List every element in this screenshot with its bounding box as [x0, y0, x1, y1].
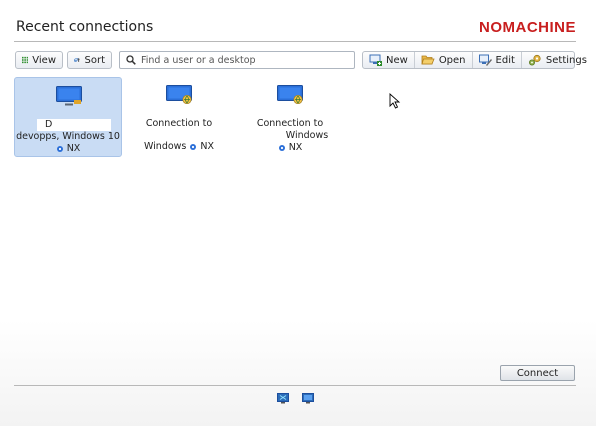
view-label: View — [32, 54, 56, 66]
new-button[interactable]: New — [363, 52, 415, 68]
tile-subtitle: Windows — [285, 130, 329, 141]
nx-status-icon[interactable] — [277, 393, 289, 404]
connection-tile[interactable]: D devopps, Windows 10 NX — [14, 77, 122, 157]
monitor-icon — [56, 86, 82, 106]
new-connection-icon — [369, 54, 382, 66]
protocol-label: NX — [288, 142, 303, 153]
sort-label: Sort — [84, 54, 106, 66]
folder-open-icon — [421, 55, 435, 65]
tile-title: Connection to — [256, 118, 324, 129]
edit-icon — [478, 54, 492, 66]
brand-logo: NOMACHINE — [479, 19, 576, 36]
protocol-gear-icon — [190, 144, 197, 150]
open-button[interactable]: Open — [415, 52, 473, 68]
protocol-gear-icon — [278, 145, 285, 151]
open-label: Open — [438, 54, 466, 66]
footer-divider — [14, 385, 576, 386]
sort-button[interactable]: 6 9 Sort — [67, 51, 112, 69]
protocol-gear-icon — [56, 146, 63, 152]
grid-icon — [22, 56, 29, 64]
header-divider — [14, 41, 576, 42]
gear-icon — [528, 54, 541, 66]
search-icon — [126, 55, 136, 65]
settings-label: Settings — [545, 54, 587, 66]
connection-tile[interactable]: Connection to Windows NX — [236, 77, 344, 157]
remote-desktop-icon — [277, 85, 303, 105]
connect-button[interactable]: Connect — [500, 365, 575, 381]
action-toolbar: New Open Edit Settings — [362, 51, 587, 69]
tile-title: Connection to — [145, 118, 213, 129]
remote-desktop-icon — [166, 85, 192, 105]
protocol-label: NX — [200, 141, 215, 152]
search-field[interactable] — [119, 51, 355, 69]
new-label: New — [386, 54, 408, 66]
sort-icon: 6 9 — [74, 57, 81, 63]
page-title: Recent connections — [16, 19, 154, 35]
edit-button[interactable]: Edit — [473, 52, 522, 68]
tile-subtitle: devopps, Windows 10 — [16, 131, 120, 142]
edit-label: Edit — [495, 54, 515, 66]
protocol-label: NX — [66, 143, 81, 154]
mouse-cursor-icon — [389, 93, 401, 109]
tile-title: D — [37, 119, 111, 131]
connection-tile[interactable]: Connection to Windows NX — [125, 77, 233, 157]
search-input[interactable] — [141, 54, 341, 66]
view-button[interactable]: View — [15, 51, 63, 69]
display-icon[interactable] — [302, 393, 314, 404]
settings-button[interactable]: Settings — [522, 52, 593, 68]
tile-subtitle: Windows — [143, 141, 187, 152]
